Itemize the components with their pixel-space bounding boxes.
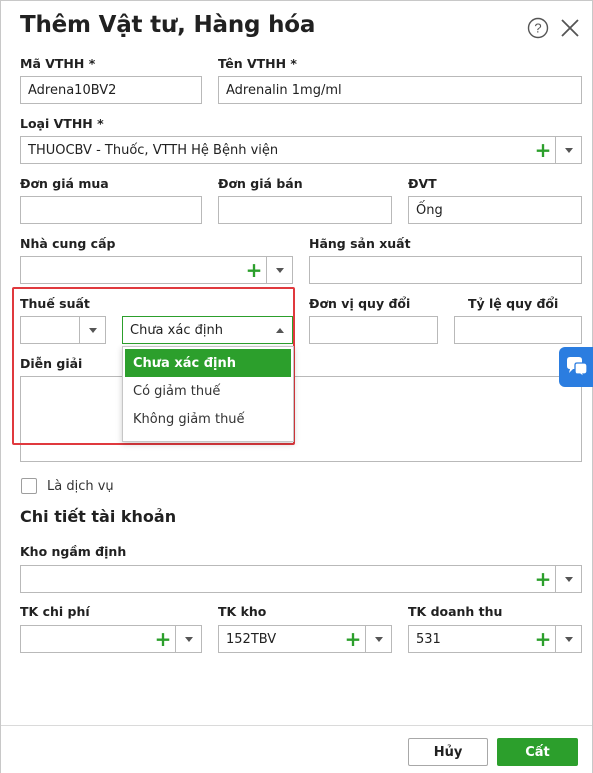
dropdown-option[interactable]: Chưa xác định: [125, 349, 291, 377]
add-plus-icon[interactable]: +: [242, 257, 266, 283]
add-plus-icon[interactable]: +: [151, 626, 175, 652]
tk-doanh-thu-value: 531: [416, 631, 441, 647]
hang-san-xuat-input[interactable]: [309, 256, 582, 284]
nha-cung-cap-value: [21, 257, 242, 283]
ten-vthh-input[interactable]: Adrenalin 1mg/ml: [218, 76, 582, 104]
add-plus-icon[interactable]: +: [531, 566, 555, 592]
ten-vthh-label: Tên VTHH *: [218, 56, 297, 71]
tk-chi-phi-label: TK chi phí: [20, 604, 90, 619]
ma-vthh-input[interactable]: Adrena10BV2: [20, 76, 202, 104]
don-vi-quy-doi-input[interactable]: [309, 316, 438, 344]
ty-le-quy-doi-input[interactable]: [454, 316, 582, 344]
add-plus-icon[interactable]: +: [531, 137, 555, 163]
chevron-down-icon[interactable]: [175, 626, 201, 652]
kho-ngam-dinh-combo[interactable]: +: [20, 565, 582, 593]
nha-cung-cap-combo[interactable]: +: [20, 256, 293, 284]
dvt-input[interactable]: Ống: [408, 196, 582, 224]
don-gia-ban-input[interactable]: [218, 196, 392, 224]
chat-widget-icon[interactable]: [559, 347, 593, 387]
tk-kho-value: 152TBV: [226, 631, 277, 647]
dvt-label: ĐVT: [408, 176, 437, 191]
hang-san-xuat-label: Hãng sản xuất: [309, 236, 411, 251]
dropdown-option[interactable]: Có giảm thuế: [123, 377, 293, 405]
tk-kho-combo[interactable]: 152TBV +: [218, 625, 392, 653]
loai-vthh-value: THUOCBV - Thuốc, VTTH Hệ Bệnh viện: [28, 142, 279, 158]
cancel-button[interactable]: Hủy: [408, 738, 488, 766]
question-circle-icon[interactable]: ?: [527, 17, 549, 39]
giam-thue-dropdown: Chưa xác định Có giảm thuế Không giảm th…: [122, 346, 294, 442]
add-plus-icon[interactable]: +: [531, 626, 555, 652]
tk-doanh-thu-label: TK doanh thu: [408, 604, 503, 619]
ma-vthh-label: Mã VTHH *: [20, 56, 96, 71]
svg-text:?: ?: [534, 21, 541, 36]
chevron-down-icon[interactable]: [365, 626, 391, 652]
save-button[interactable]: Cất: [497, 738, 578, 766]
loai-vthh-combo[interactable]: THUOCBV - Thuốc, VTTH Hệ Bệnh viện +: [20, 136, 582, 164]
don-gia-mua-label: Đơn giá mua: [20, 176, 109, 191]
kho-ngam-dinh-label: Kho ngầm định: [20, 544, 127, 559]
chevron-down-icon[interactable]: [555, 626, 581, 652]
add-plus-icon[interactable]: +: [341, 626, 365, 652]
tk-chi-phi-value: [21, 626, 151, 652]
nha-cung-cap-label: Nhà cung cấp: [20, 236, 116, 251]
tk-chi-phi-combo[interactable]: +: [20, 625, 202, 653]
la-dich-vu-label: Là dịch vụ: [47, 479, 114, 494]
don-vi-quy-doi-label: Đơn vị quy đổi: [309, 296, 411, 311]
section-title: Chi tiết tài khoản: [20, 507, 177, 526]
dialog-title: Thêm Vật tư, Hàng hóa: [20, 12, 316, 38]
tk-kho-label: TK kho: [218, 604, 267, 619]
don-gia-ban-label: Đơn giá bán: [218, 176, 303, 191]
kho-ngam-dinh-value: [21, 566, 531, 592]
chat-bubbles-icon: [566, 357, 588, 378]
add-item-dialog: Thêm Vật tư, Hàng hóa ? Mã VTHH * Adrena…: [0, 0, 593, 773]
chevron-down-icon[interactable]: [555, 137, 581, 163]
dropdown-option[interactable]: Không giảm thuế: [123, 405, 293, 433]
la-dich-vu-checkbox[interactable]: [21, 478, 37, 494]
don-gia-mua-input[interactable]: [20, 196, 202, 224]
chevron-down-icon[interactable]: [266, 257, 292, 283]
loai-vthh-label: Loại VTHH *: [20, 116, 104, 131]
ty-le-quy-doi-label: Tỷ lệ quy đổi: [468, 296, 559, 311]
chevron-down-icon[interactable]: [555, 566, 581, 592]
tk-doanh-thu-combo[interactable]: 531 +: [408, 625, 582, 653]
close-icon[interactable]: [559, 17, 581, 39]
